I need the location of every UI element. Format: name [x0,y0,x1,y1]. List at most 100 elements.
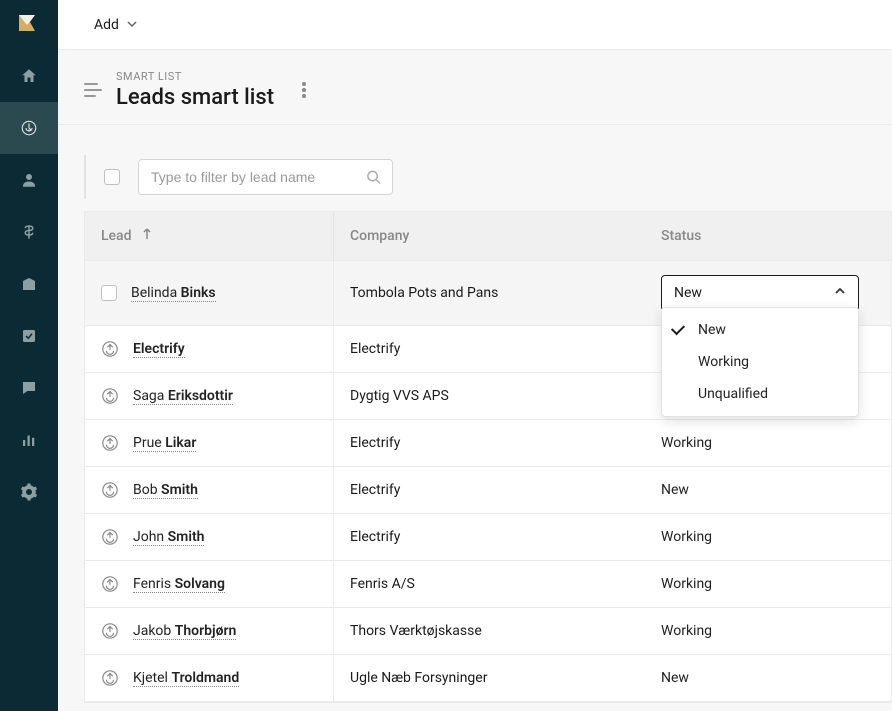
lead-name-link[interactable]: John Smith [133,529,204,546]
status-text: Working [661,529,712,545]
app-sidebar [0,0,58,711]
chevron-up-icon [834,285,846,301]
leads-table: Lead Company Status Belinda Binks Tombola… [84,211,892,703]
cell-lead: Belinda Binks [85,261,333,325]
cell-status: Working [645,561,891,607]
lead-name-link[interactable]: Kjetel Troldmand [133,670,239,687]
lead-name-link[interactable]: Bob Smith [133,482,198,499]
status-text: Working [661,435,712,451]
status-text: Working [661,623,712,639]
search-input[interactable] [138,159,393,195]
title-row: SMART LIST Leads smart list [116,70,306,110]
chevron-down-icon [127,17,137,33]
nav-leads[interactable] [0,102,58,154]
logo [0,0,58,50]
row-checkbox[interactable] [101,285,117,301]
table-row: Prue Likar Electrify Working [85,420,891,467]
cell-lead: Electrify [85,326,333,372]
page-header: SMART LIST Leads smart list [58,50,892,125]
cell-company: Electrify [333,420,645,466]
lead-icon [101,387,119,405]
nav-reports[interactable] [0,414,58,466]
cell-company: Electrify [333,326,645,372]
content-area: Lead Company Status Belinda Binks Tombola… [58,125,892,711]
list-menu-icon[interactable] [84,83,102,97]
cell-lead: John Smith [85,514,333,560]
col-lead-label: Lead [101,228,132,244]
cell-company: Thors Værktøjskasse [333,608,645,654]
cell-company: Electrify [333,467,645,513]
lead-icon [101,340,119,358]
cell-status: New [645,655,891,701]
filter-divider [84,155,86,199]
topbar: Add [58,0,892,50]
nav-contacts[interactable] [0,154,58,206]
cell-lead: Prue Likar [85,420,333,466]
cell-lead: Jakob Thorbjørn [85,608,333,654]
table-row: Jakob Thorbjørn Thors Værktøjskasse Workin… [85,608,891,655]
nav-deals[interactable] [0,206,58,258]
page-title: Leads smart list [116,85,274,110]
status-select-value: New [674,285,702,301]
lead-name-link[interactable]: Fenris Solvang [133,576,225,593]
table-body: Belinda BinksTombola Pots and PansNewNew… [85,261,891,702]
lead-icon [101,622,119,640]
lead-name-link[interactable]: Prue Likar [133,435,196,452]
cell-status: New [645,467,891,513]
cell-status: Working [645,514,891,560]
nav-company[interactable] [0,258,58,310]
nav-home[interactable] [0,50,58,102]
status-select[interactable]: New [661,275,859,311]
cell-company: Tombola Pots and Pans [333,261,645,325]
table-row: Bob Smith Electrify New [85,467,891,514]
col-company[interactable]: Company [333,212,645,260]
nav-tasks[interactable] [0,310,58,362]
dropdown-option[interactable]: New [662,314,858,346]
filter-bar [58,155,892,211]
dropdown-option[interactable]: Working [662,346,858,378]
lead-icon [101,481,119,499]
col-status-label: Status [661,228,701,244]
sort-asc-icon [142,228,152,244]
add-button[interactable]: Add [94,17,137,33]
lead-name-link[interactable]: Jakob Thorbjørn [133,623,236,640]
search-icon [366,170,381,185]
select-all-checkbox[interactable] [104,169,120,185]
status-dropdown: NewWorkingUnqualified [661,307,859,417]
lead-icon [101,669,119,687]
dropdown-option[interactable]: Unqualified [662,378,858,410]
cell-lead: Fenris Solvang [85,561,333,607]
breadcrumb: SMART LIST [116,70,274,83]
title-wrap: SMART LIST Leads smart list [116,70,274,110]
cell-company: Ugle Næb Forsyninger [333,655,645,701]
lead-name-link[interactable]: Saga Eriksdottir [133,388,233,405]
cell-lead: Saga Eriksdottir [85,373,333,419]
nav-settings[interactable] [0,466,58,518]
table-head: Lead Company Status [85,212,891,261]
cell-company: Fenris A/S [333,561,645,607]
add-button-label: Add [94,17,119,33]
status-text: Working [661,576,712,592]
cell-status: Working [645,420,891,466]
kebab-menu-icon[interactable] [302,82,306,98]
cell-company: Electrify [333,514,645,560]
cell-company: Dygtig VVS APS [333,373,645,419]
status-text: New [661,482,689,498]
cell-status: Working [645,608,891,654]
main-content: Add SMART LIST Leads smart list [58,0,892,711]
table-row: John Smith Electrify Working [85,514,891,561]
status-text: New [661,670,689,686]
lead-icon [101,528,119,546]
table-row: Kjetel Troldmand Ugle Næb Forsyninger New [85,655,891,702]
table-row: Fenris Solvang Fenris A/S Working [85,561,891,608]
lead-name-link[interactable]: Electrify [133,341,185,358]
lead-icon [101,575,119,593]
cell-status: NewNewWorkingUnqualified [645,261,891,325]
col-status[interactable]: Status [645,212,891,260]
nav-chat[interactable] [0,362,58,414]
col-lead[interactable]: Lead [85,212,333,260]
table-row: Belinda BinksTombola Pots and PansNewNew… [85,261,891,326]
lead-icon [101,434,119,452]
search-box [138,159,393,195]
lead-name-link[interactable]: Belinda Binks [131,285,216,302]
